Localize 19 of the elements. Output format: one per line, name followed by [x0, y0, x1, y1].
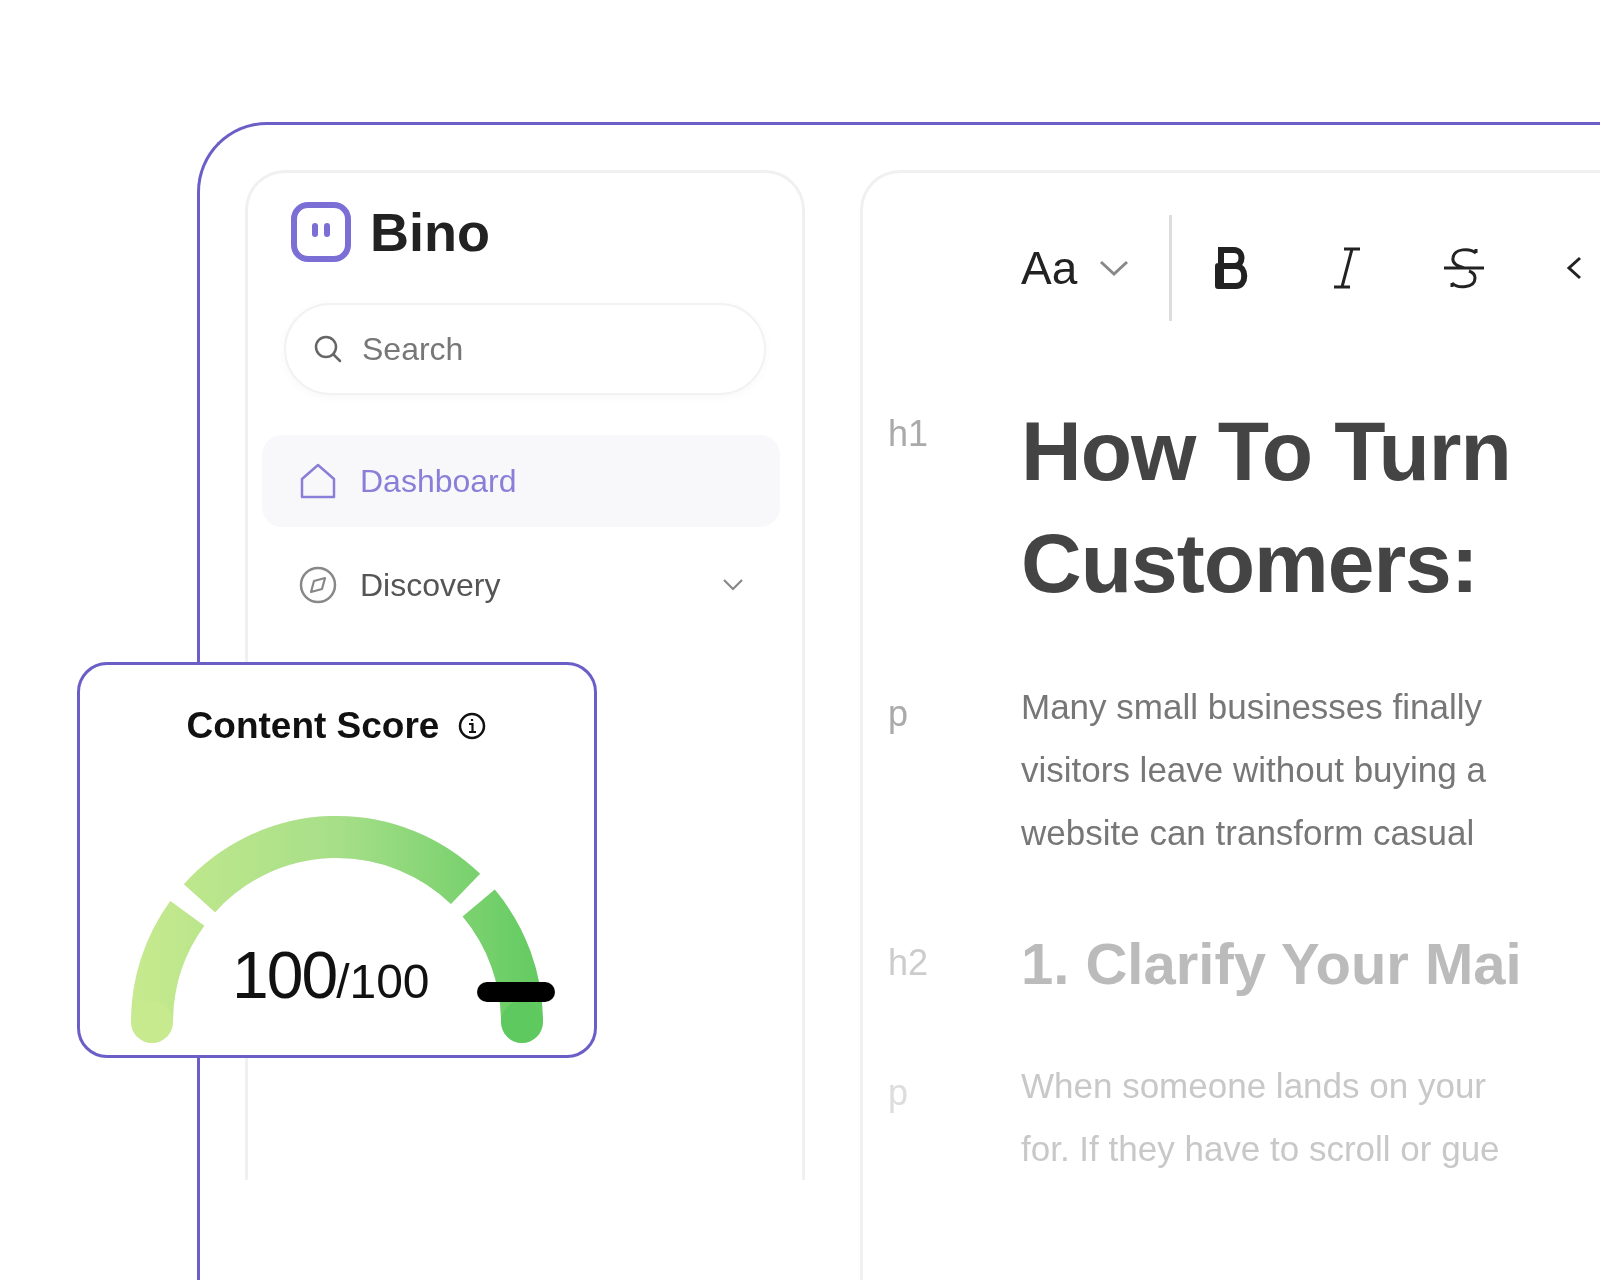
info-icon[interactable] — [457, 711, 488, 741]
font-menu-button[interactable]: Aa — [1021, 241, 1130, 295]
score-value: 100/100 — [232, 937, 430, 1013]
paragraph-text: Many small businesses finally visitors leave without buying a website can transform casual — [1021, 686, 1487, 854]
card-title: Content Score — [186, 705, 440, 747]
block-tag-label: p — [888, 692, 910, 736]
search-icon — [312, 333, 344, 365]
italic-icon[interactable] — [1332, 246, 1363, 290]
heading-text: 1. Clarify Your Mai — [1021, 930, 1523, 998]
chevron-down-icon — [1099, 259, 1130, 277]
logo-icon — [290, 201, 352, 263]
block-tag-label: h1 — [888, 412, 930, 456]
strikethrough-icon[interactable] — [1442, 246, 1487, 290]
compass-icon — [298, 565, 338, 605]
heading-text: How To Turn Customers: — [1021, 403, 1512, 612]
search-field[interactable]: Search — [284, 303, 766, 395]
home-icon — [298, 461, 338, 501]
sidebar-item[interactable]: Discovery — [262, 539, 780, 631]
app-name: Bino — [370, 201, 490, 263]
